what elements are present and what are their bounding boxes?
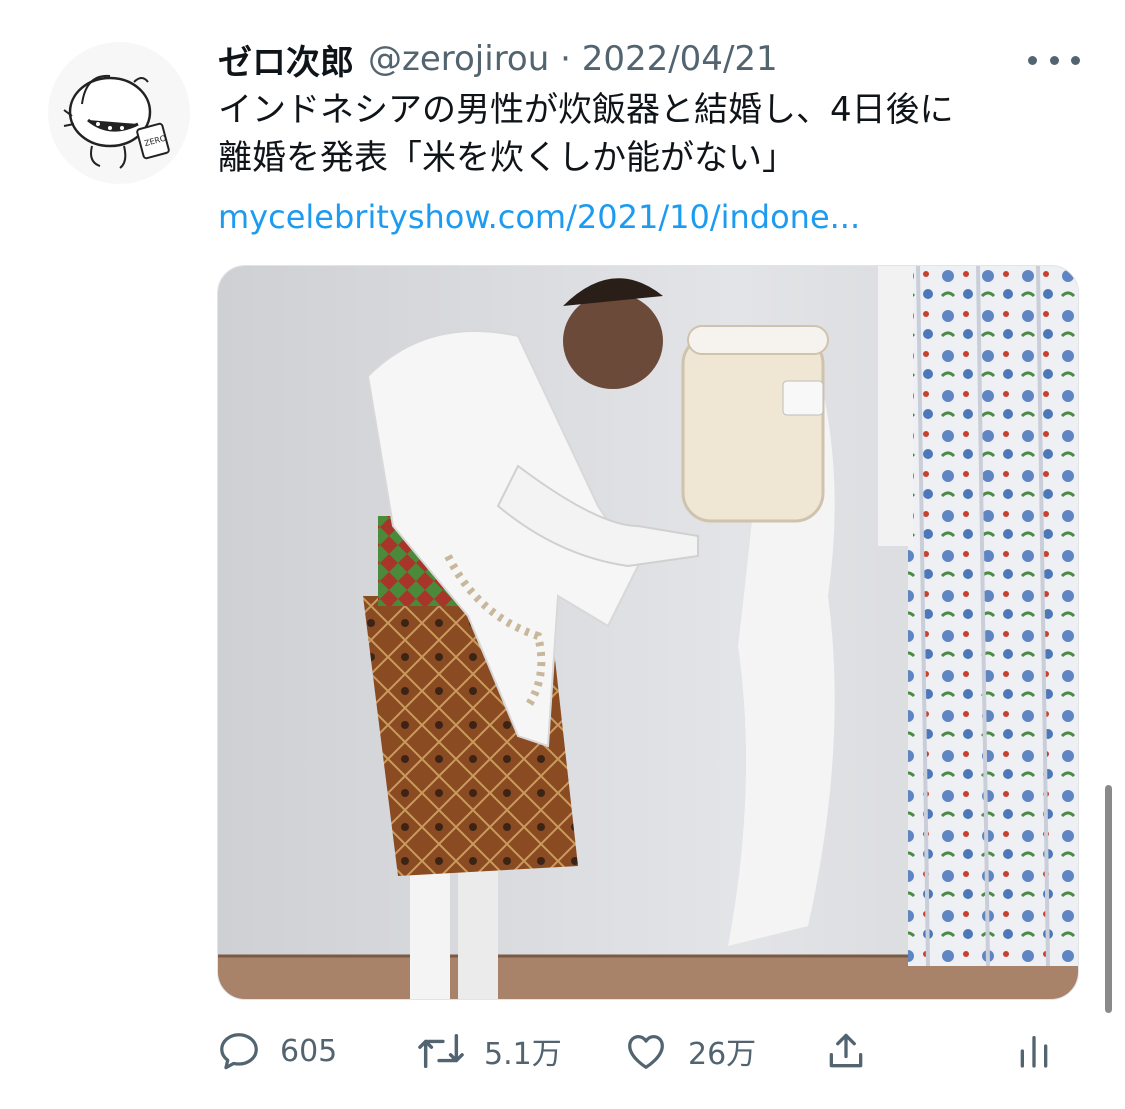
profile-avatar[interactable]: ZERO (48, 42, 190, 184)
tweet-text-line: インドネシアの男性が炊飯器と結婚し、4日後に (218, 90, 954, 130)
tweet-media-photo[interactable] (217, 265, 1079, 1000)
tweet-text-line: 離婚を発表「米を炊くしか能がない」 (218, 138, 796, 178)
retweet-icon (418, 1033, 464, 1069)
share-icon (829, 1033, 863, 1068)
like-button[interactable]: 26万 (622, 1026, 756, 1076)
avatar-illustration: ZERO (63, 74, 170, 169)
analytics-button[interactable] (1014, 1026, 1054, 1076)
retweet-button[interactable]: 5.1万 (416, 1026, 562, 1076)
heart-icon (628, 1034, 664, 1069)
tweet-link[interactable]: mycelebrityshow.com/2021/10/indone... (218, 198, 860, 236)
photo-illustration (218, 266, 1078, 999)
reply-button[interactable]: 605 (216, 1026, 337, 1076)
bar-chart-icon (1020, 1036, 1048, 1068)
reply-count: 605 (280, 1033, 338, 1069)
tweet-header: ゼロ次郎 @zerojirou · 2022/04/21 (218, 34, 778, 84)
speech-bubble-icon (220, 1033, 258, 1070)
tweet-actions: 605 5.1万 26万 (216, 1026, 1086, 1076)
like-count: 26万 (688, 1037, 757, 1072)
retweet-count: 5.1万 (484, 1037, 562, 1072)
handle-and-date[interactable]: @zerojirou · 2022/04/21 (368, 39, 778, 79)
share-button[interactable] (824, 1026, 868, 1076)
scrollbar[interactable] (1105, 785, 1112, 1013)
ellipsis-icon[interactable] (1028, 48, 1080, 72)
display-name[interactable]: ゼロ次郎 (218, 35, 354, 84)
tweet-text: インドネシアの男性が炊飯器と結婚し、4日後に 離婚を発表「米を炊くしか能がない」 (218, 86, 1098, 182)
